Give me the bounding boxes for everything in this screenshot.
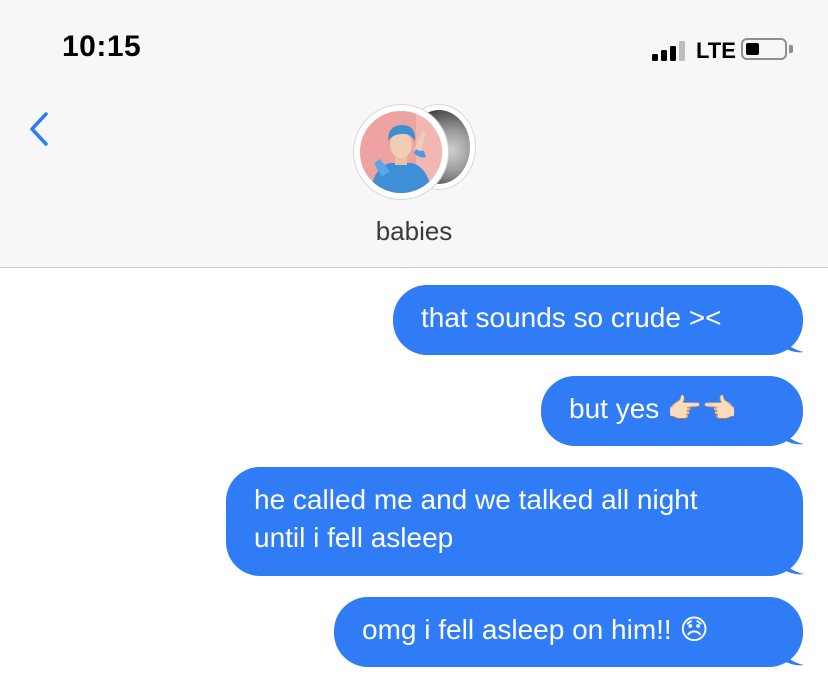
battery-level [746,43,759,55]
message-text: omg i fell asleep on him!! 😞 [362,614,709,645]
conversation-header: 10:15 LTE babies [0,0,828,268]
chevron-left-icon [30,112,48,146]
group-avatar-primary[interactable] [353,104,449,200]
network-type: LTE [696,38,736,63]
cellular-signal-icon [652,41,688,61]
message-text-line-1: he called me and we talked all night [254,484,698,515]
message-bubble-outgoing[interactable]: omg i fell asleep on him!! 😞 [334,597,803,667]
back-button[interactable] [20,104,60,154]
message-text: but yes 👉🏻👈🏻 [569,393,737,424]
message-bubble-outgoing[interactable]: that sounds so crude >< [393,285,803,355]
status-time: 10:15 [62,30,142,63]
battery-icon [741,38,787,60]
message-list: that sounds so crude >< but yes 👉🏻👈🏻 he … [0,268,828,695]
message-bubble-outgoing[interactable]: he called me and we talked all night unt… [226,467,803,576]
battery-cap [789,45,793,53]
message-bubble-outgoing[interactable]: but yes 👉🏻👈🏻 [541,376,803,446]
imessage-screen: 10:15 LTE babies that sounds so crude ><… [0,0,828,695]
conversation-title[interactable]: babies [0,216,828,247]
message-text-line-2: until i fell asleep [254,522,454,553]
avatar-photo [360,111,442,193]
message-text: that sounds so crude >< [421,302,722,333]
